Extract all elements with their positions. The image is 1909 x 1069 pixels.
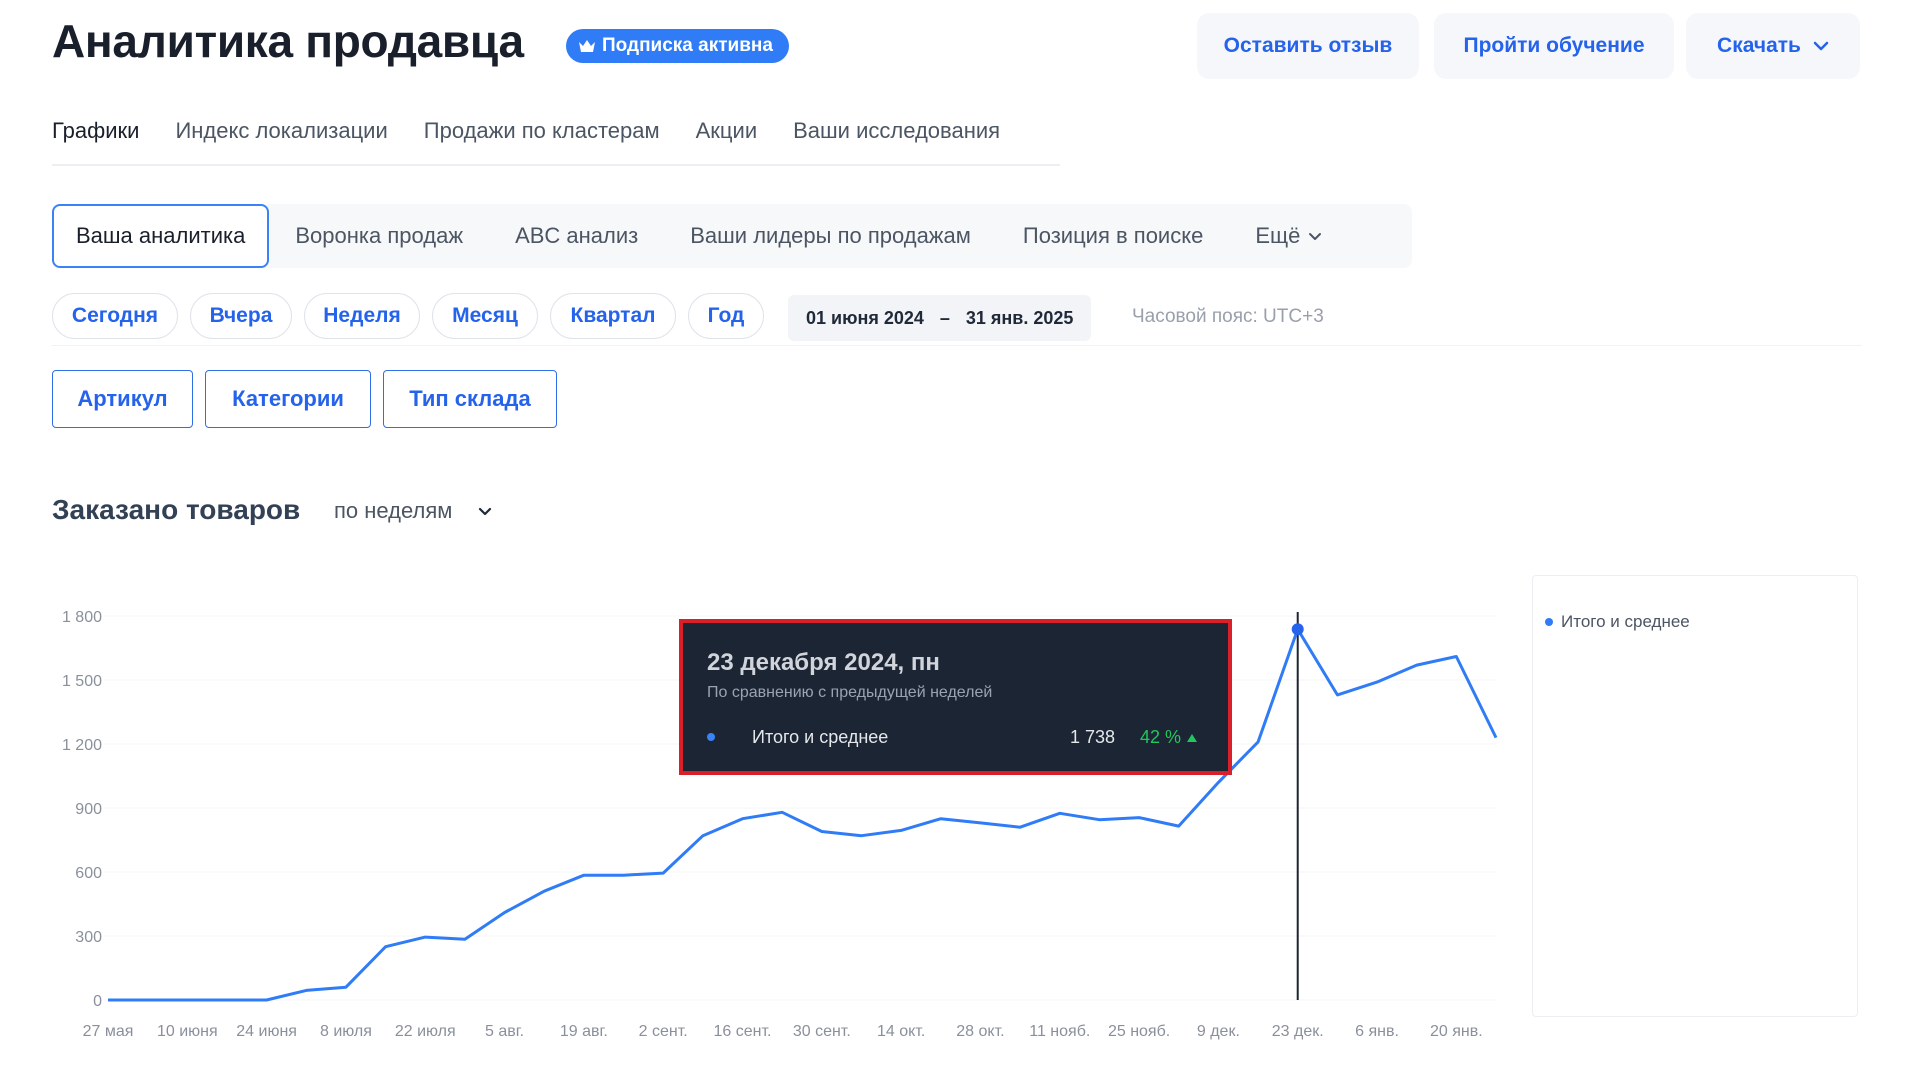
period-quarter-button[interactable]: Квартал	[550, 293, 676, 339]
filter-warehouse-type-button[interactable]: Тип склада	[383, 370, 557, 428]
y-tick-label: 1 200	[62, 737, 102, 754]
tooltip-change-value: 42 %	[1140, 727, 1182, 747]
y-tick-label: 300	[75, 929, 102, 946]
granularity-value: по неделям	[334, 498, 453, 523]
top-tabs: Графики Индекс локализации Продажи по кл…	[52, 118, 1000, 144]
x-tick-label: 14 окт.	[877, 1023, 925, 1040]
tooltip-change: 42 %	[1140, 727, 1198, 748]
highlighted-point[interactable]	[1291, 623, 1304, 636]
tab-your-research[interactable]: Ваши исследования	[793, 118, 1000, 144]
legend-panel	[1532, 575, 1858, 1017]
tooltip-series-dot	[707, 733, 715, 741]
legend-item[interactable]: Итого и среднее	[1545, 612, 1690, 632]
y-tick-label: 1 500	[62, 673, 102, 690]
download-button-label: Скачать	[1717, 34, 1801, 57]
subtab-sales-funnel[interactable]: Воронка продаж	[269, 223, 489, 249]
x-tick-label: 8 июля	[320, 1023, 372, 1040]
legend-label: Итого и среднее	[1561, 612, 1690, 631]
date-from: 01 июня 2024	[806, 307, 924, 328]
period-yesterday-button[interactable]: Вчера	[190, 293, 292, 339]
subtab-your-analytics[interactable]: Ваша аналитика	[52, 204, 270, 268]
x-tick-label: 30 сент.	[793, 1023, 851, 1040]
y-tick-label: 1 800	[62, 609, 102, 626]
triangle-up-icon	[1187, 733, 1198, 742]
date-to: 31 янв. 2025	[965, 307, 1074, 328]
chevron-down-icon	[1813, 41, 1829, 51]
subtab-search-position[interactable]: Позиция в поиске	[997, 223, 1229, 249]
page-title: Аналитика продавца	[52, 15, 524, 67]
x-tick-label: 2 сент.	[639, 1023, 688, 1040]
date-separator: –	[939, 307, 950, 328]
x-tick-label: 16 сент.	[714, 1023, 772, 1040]
granularity-dropdown[interactable]: по неделям	[334, 498, 492, 524]
period-today-button[interactable]: Сегодня	[52, 293, 178, 339]
download-button[interactable]: Скачать	[1686, 13, 1860, 79]
tab-sales-by-clusters[interactable]: Продажи по кластерам	[424, 118, 660, 144]
x-tick-label: 28 окт.	[956, 1023, 1004, 1040]
take-training-button[interactable]: Пройти обучение	[1434, 13, 1674, 79]
tooltip-subtitle: По сравнению с предыдущей неделей	[707, 684, 993, 701]
x-tick-label: 20 янв.	[1430, 1023, 1483, 1040]
x-tick-label: 24 июня	[236, 1023, 297, 1040]
chevron-down-icon	[1309, 232, 1322, 240]
tooltip-value: 1 738	[1070, 727, 1116, 747]
period-month-button[interactable]: Месяц	[432, 293, 538, 339]
x-tick-label: 22 июля	[395, 1023, 456, 1040]
tabs-divider	[52, 164, 1060, 166]
y-tick-label: 900	[75, 801, 102, 818]
timezone-label: Часовой пояс: UTC+3	[1132, 306, 1324, 327]
x-tick-label: 6 янв.	[1355, 1023, 1399, 1040]
x-tick-label: 10 июня	[157, 1023, 218, 1040]
filter-article-button[interactable]: Артикул	[52, 370, 193, 428]
tab-promotions[interactable]: Акции	[696, 118, 757, 144]
subtab-more[interactable]: Ещё	[1229, 223, 1348, 249]
x-tick-label: 19 авг.	[560, 1023, 608, 1040]
tab-charts[interactable]: Графики	[52, 118, 139, 144]
period-divider	[52, 345, 1862, 346]
x-axis-ticks: 27 мая 10 июня 24 июня 8 июля 22 июля 5 авг. 1…	[83, 1023, 1483, 1040]
y-tick-label: 600	[75, 865, 102, 882]
subtab-abc-analysis[interactable]: ABC анализ	[489, 223, 664, 249]
chevron-down-icon	[479, 507, 492, 515]
x-tick-label: 11 нояб.	[1029, 1023, 1090, 1040]
filter-categories-button[interactable]: Категории	[205, 370, 371, 428]
chart-title: Заказано товаров	[52, 494, 301, 525]
tooltip-series-name: Итого и среднее	[752, 727, 889, 747]
leave-review-button[interactable]: Оставить отзыв	[1197, 13, 1419, 79]
subscription-badge: Подписка активна	[566, 29, 789, 63]
date-range-picker[interactable]: 01 июня 2024 – 31 янв. 2025	[788, 295, 1092, 341]
tooltip-title: 23 декабря 2024, пн	[707, 649, 940, 676]
crown-icon	[579, 40, 595, 52]
x-tick-label: 9 дек.	[1197, 1023, 1240, 1040]
subtab-sales-leaders[interactable]: Ваши лидеры по продажам	[664, 223, 997, 249]
x-tick-label: 25 нояб.	[1108, 1023, 1170, 1040]
period-year-button[interactable]: Год	[688, 293, 764, 339]
period-week-button[interactable]: Неделя	[304, 293, 420, 339]
tab-localization-index[interactable]: Индекс локализации	[175, 118, 387, 144]
subscription-badge-label: Подписка активна	[602, 35, 773, 56]
sub-tabs: Ваша аналитика Воронка продаж ABC анализ…	[52, 204, 1348, 268]
subtab-more-label: Ещё	[1255, 223, 1301, 248]
x-tick-label: 5 авг.	[485, 1023, 524, 1040]
x-tick-label: 27 мая	[83, 1023, 134, 1040]
y-axis-ticks: 1 800 1 500 1 200 900 600 300 0	[62, 609, 102, 1010]
x-tick-label: 23 дек.	[1272, 1023, 1324, 1040]
y-tick-label: 0	[93, 993, 102, 1010]
legend-dot	[1545, 618, 1553, 626]
